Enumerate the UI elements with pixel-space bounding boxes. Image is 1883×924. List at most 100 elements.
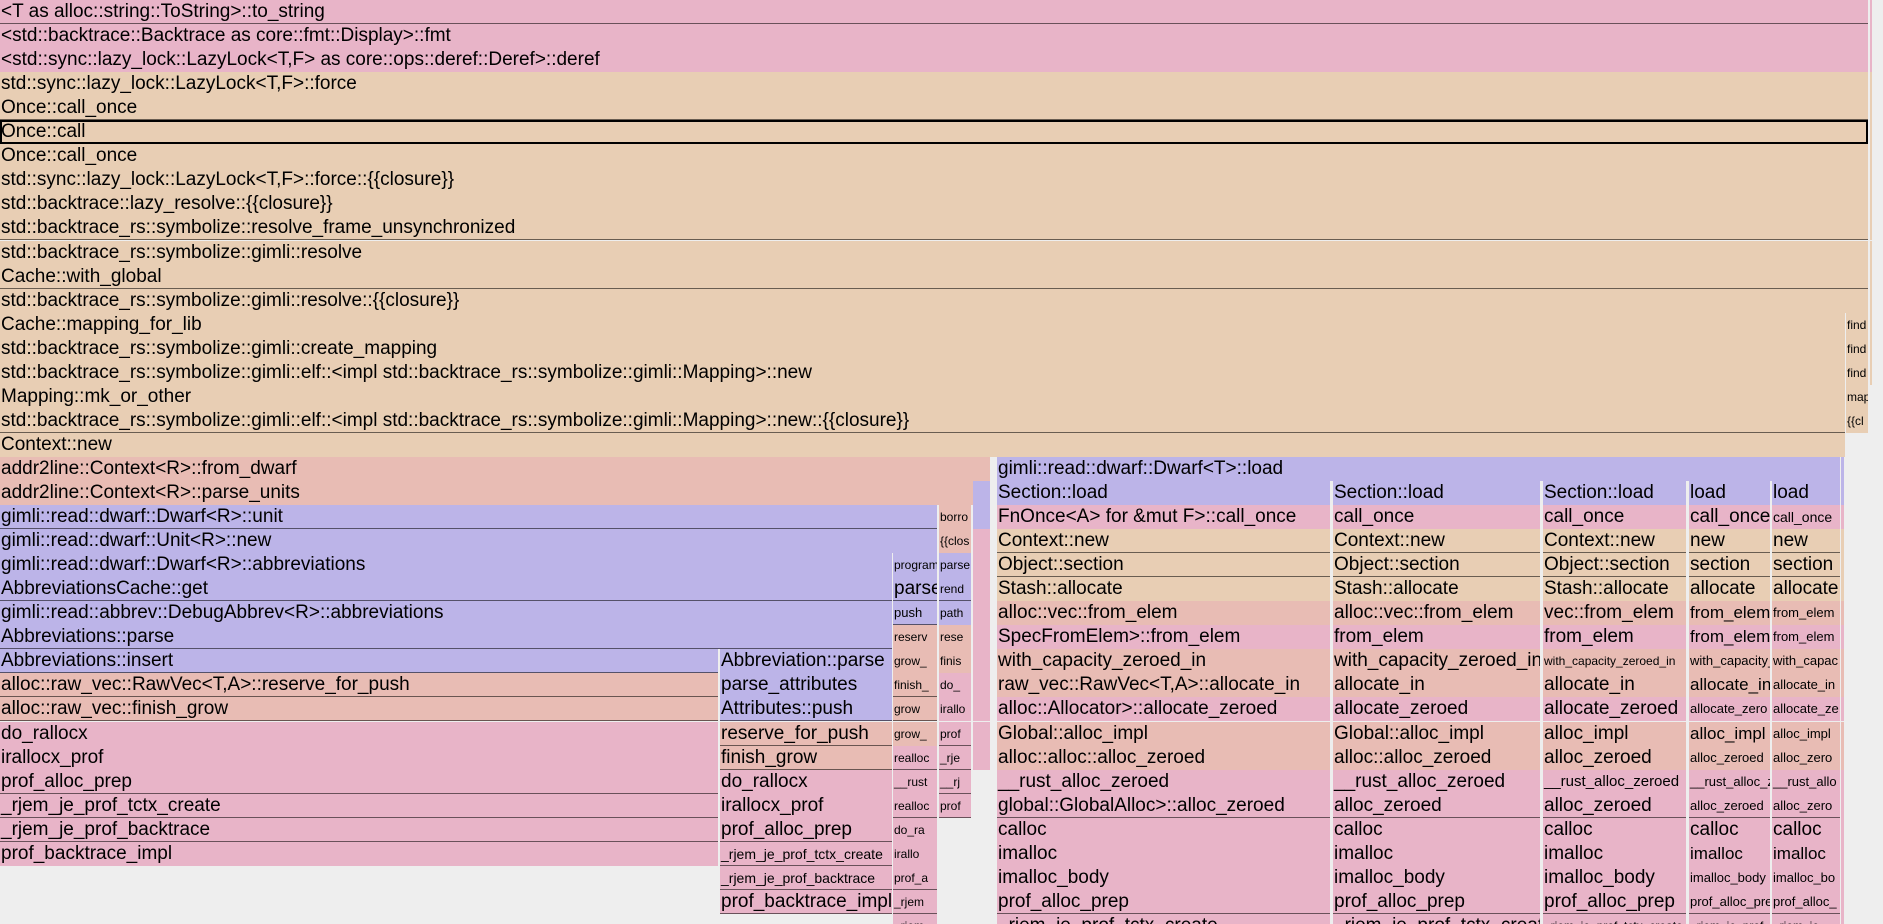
flame-frame[interactable]: allocate_ze [1772,697,1840,721]
flame-frame[interactable]: Abbreviation::parse [720,649,892,673]
flame-frame[interactable]: finish_grow [720,746,892,770]
flame-frame[interactable] [1841,577,1844,601]
flame-frame[interactable]: __rust_alloc_zeroed [997,770,1330,794]
flame-frame[interactable]: prof_alloc_ [1772,890,1840,914]
flame-frame[interactable]: alloc::alloc::alloc_zeroed [997,746,1330,770]
flame-frame[interactable] [1870,48,1872,72]
flame-frame[interactable]: calloc [1333,818,1540,842]
flame-frame[interactable] [1870,241,1872,265]
flame-frame[interactable]: call_once [1333,505,1540,529]
flame-frame[interactable]: _rjem_je_ [1772,914,1840,924]
flame-frame[interactable]: do_ra [893,818,937,842]
flame-frame[interactable]: irallocx_prof [0,746,718,770]
flame-frame[interactable] [973,625,990,649]
flame-frame[interactable] [1841,697,1844,721]
flame-frame[interactable]: std::backtrace_rs::symbolize::resolve_fr… [0,216,1868,240]
flame-frame[interactable]: {{cl [1846,409,1868,433]
flame-frame[interactable] [1870,0,1872,24]
flame-frame[interactable] [1870,96,1872,120]
flame-frame[interactable] [973,481,990,505]
flame-frame[interactable]: vec::from_elem [1543,601,1686,625]
flame-frame[interactable] [1841,529,1844,553]
flame-frame[interactable]: imalloc_body [1543,866,1686,890]
flame-frame[interactable]: std::backtrace_rs::symbolize::gimli::res… [0,289,1868,313]
flame-frame[interactable]: allocate_in [1333,673,1540,697]
flame-frame[interactable]: gimli::read::dwarf::Dwarf<T>::load [997,457,1840,481]
flame-frame[interactable]: gimli::read::dwarf::Dwarf<R>::unit [0,505,937,529]
flame-frame[interactable]: calloc [1543,818,1686,842]
flame-frame[interactable]: _rjem_je_prof_tctx_create [1333,914,1540,924]
flame-frame[interactable] [973,673,990,697]
flame-frame[interactable]: imalloc [1543,842,1686,866]
flame-frame[interactable]: section [1689,553,1770,577]
flame-frame[interactable]: std::backtrace_rs::symbolize::gimli::elf… [0,409,1845,433]
flame-frame[interactable]: imalloc [997,842,1330,866]
flame-frame[interactable]: AbbreviationsCache::get [0,577,892,601]
flame-frame[interactable]: <std::backtrace::Backtrace as core::fmt:… [0,24,1868,48]
flame-frame[interactable] [1870,120,1872,144]
flame-frame[interactable] [973,529,990,553]
flame-frame[interactable]: allocate_zeroed [1543,697,1686,721]
flame-frame[interactable] [1870,72,1872,96]
flame-frame[interactable]: alloc::vec::from_elem [997,601,1330,625]
flame-frame[interactable] [973,553,990,577]
flame-frame[interactable]: from_elem [1772,601,1840,625]
flame-frame[interactable]: irallo [893,842,937,866]
flame-frame[interactable]: Global::alloc_impl [1333,722,1540,746]
flame-frame[interactable]: Context::new [1333,529,1540,553]
flame-frame[interactable]: section [1772,553,1840,577]
flame-frame[interactable] [1841,890,1844,914]
flame-frame[interactable]: with_capacity_zeroed_in [1543,649,1686,673]
flame-frame[interactable] [1841,601,1844,625]
flame-frame[interactable]: _rjem [893,914,937,924]
flame-frame[interactable]: realloc [893,794,937,818]
flame-frame[interactable] [1841,625,1844,649]
flame-frame[interactable] [1841,505,1844,529]
flame-frame[interactable]: Section::load [997,481,1330,505]
flame-frame[interactable]: rese [939,625,971,649]
flame-frame[interactable]: _rjem_je_prof_tctx_create [720,842,892,866]
flame-frame[interactable]: <std::sync::lazy_lock::LazyLock<T,F> as … [0,48,1868,72]
flame-frame[interactable]: imalloc [1689,842,1770,866]
flame-frame[interactable]: __rust_alloc_zeroed [1543,770,1686,794]
flame-frame[interactable]: Object::section [1543,553,1686,577]
flame-frame[interactable]: grow [893,697,937,721]
flame-frame[interactable] [973,649,990,673]
flame-frame[interactable]: Stash::allocate [1543,577,1686,601]
flame-frame[interactable]: _rjem_je_prof_backtrace [0,818,718,842]
flame-frame[interactable] [1841,818,1844,842]
flame-frame[interactable]: FnOnce<A> for &mut F>::call_once [997,505,1330,529]
flame-frame[interactable]: std::backtrace::lazy_resolve::{{closure}… [0,192,1868,216]
flame-frame[interactable]: _rjem_je_prof_backtrace [720,866,892,890]
flame-frame[interactable]: load [1689,481,1770,505]
flame-frame[interactable]: prof_alloc_pre [1689,890,1770,914]
flame-frame[interactable]: alloc_zero [1772,746,1840,770]
flame-frame[interactable]: push [893,601,937,625]
flame-frame[interactable]: Section::load [1543,481,1686,505]
flame-frame[interactable]: alloc_impl [1689,722,1770,746]
flame-frame[interactable]: Object::section [997,553,1330,577]
flame-frame[interactable]: rend [939,577,971,601]
flame-frame[interactable]: from_elem [1689,601,1770,625]
flame-frame[interactable]: Abbreviations::insert [0,649,718,673]
flame-frame[interactable]: imalloc [1772,842,1840,866]
flame-frame[interactable]: calloc [1772,818,1840,842]
flame-frame[interactable] [973,577,990,601]
flame-frame[interactable]: addr2line::Context<R>::from_dwarf [0,457,990,481]
flame-frame[interactable]: gimli::read::abbrev::DebugAbbrev<R>::abb… [0,601,892,625]
flame-frame[interactable]: std::sync::lazy_lock::LazyLock<T,F>::for… [0,168,1868,192]
flame-frame[interactable]: Attributes::push [720,697,892,721]
flame-frame[interactable]: Once::call_once [0,144,1868,168]
flame-frame[interactable]: with_capacity_zeroed_in [1333,649,1540,673]
flame-frame[interactable]: alloc_impl [1772,722,1840,746]
flame-frame[interactable] [1841,722,1844,746]
flame-frame[interactable]: allocate_in [1689,673,1770,697]
flame-frame[interactable]: from_elem [1689,625,1770,649]
flame-frame[interactable] [1870,361,1872,385]
flame-frame[interactable]: finish_ [893,673,937,697]
flame-frame[interactable]: alloc::alloc_zeroed [1333,746,1540,770]
flame-frame[interactable]: do_rallocx [720,770,892,794]
flame-frame[interactable]: Once::call_once [0,96,1868,120]
flame-frame[interactable]: imalloc_body [997,866,1330,890]
flame-frame[interactable]: __rust_allo [1772,770,1840,794]
